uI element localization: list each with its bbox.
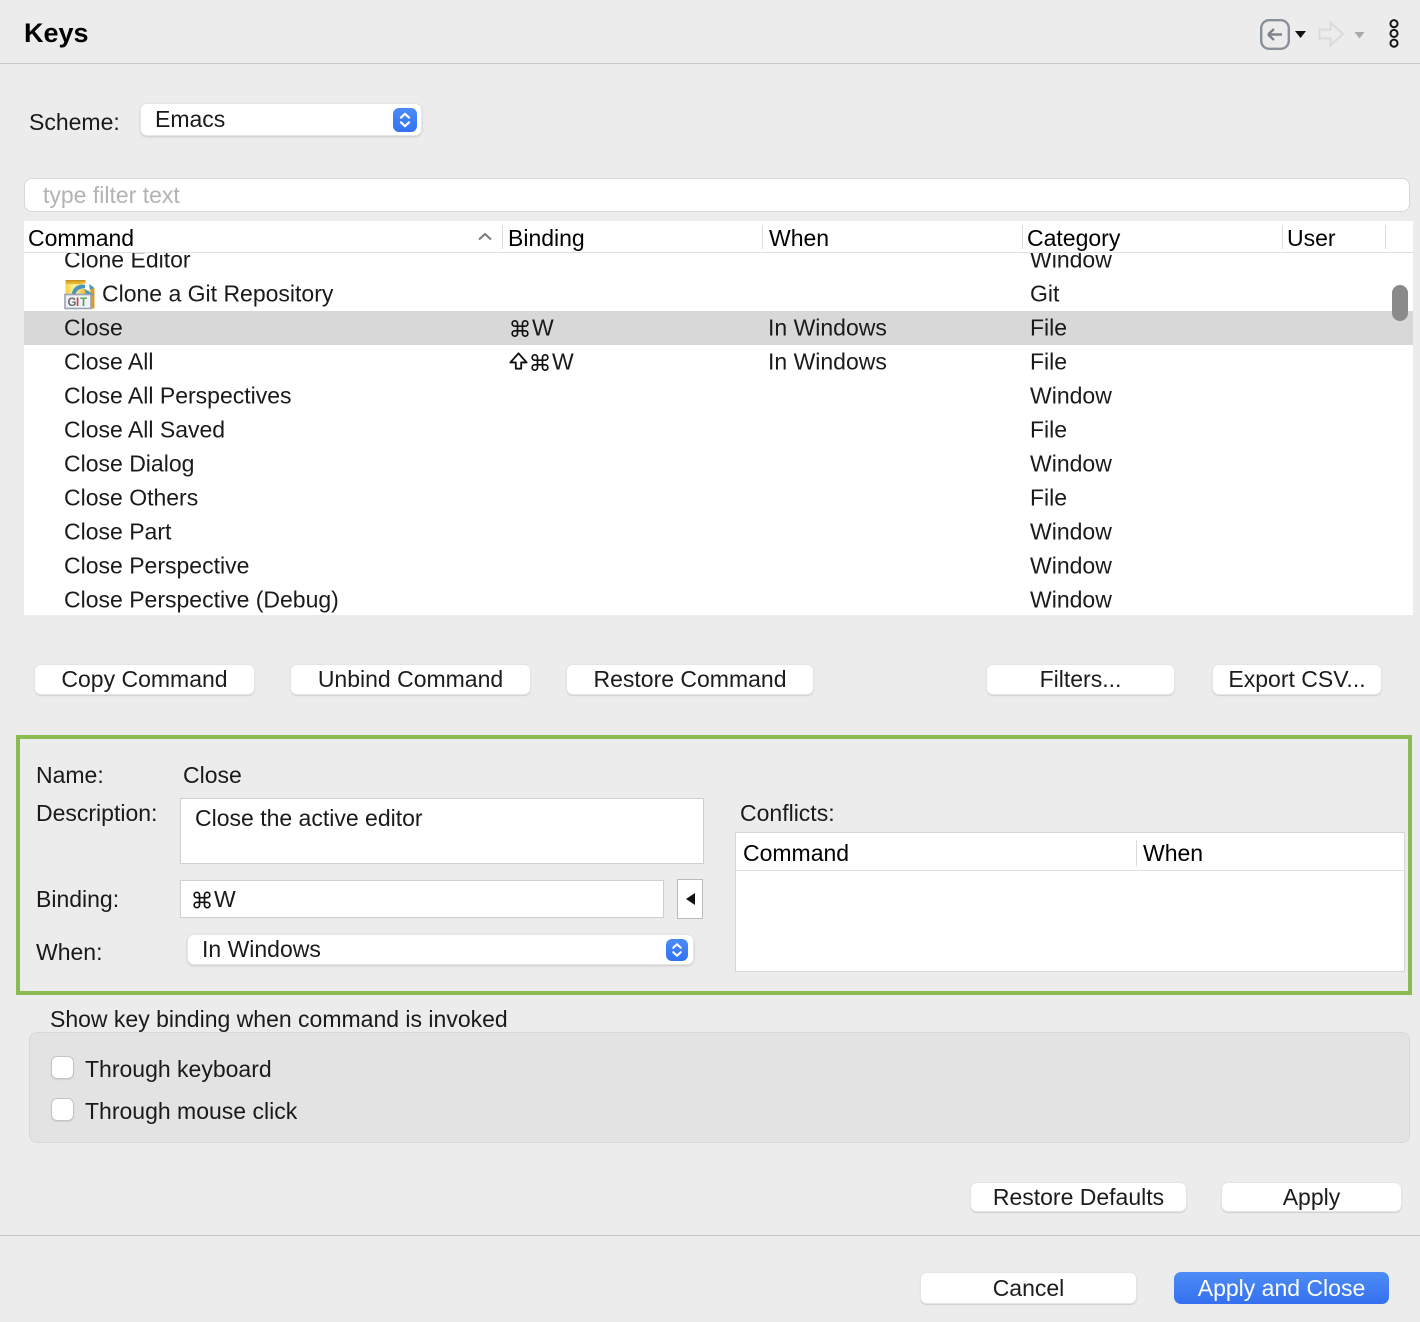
svg-text:T: T bbox=[80, 297, 87, 309]
svg-text:I: I bbox=[76, 297, 79, 309]
